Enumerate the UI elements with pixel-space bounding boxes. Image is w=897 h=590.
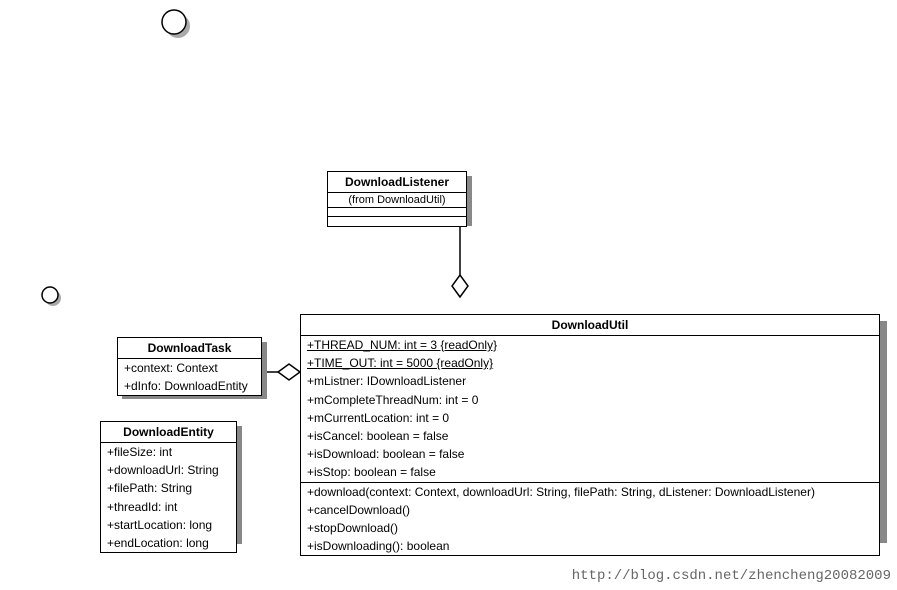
class-download-task: DownloadTask +context: Context +dInfo: D… bbox=[117, 337, 262, 396]
class-attr: +startLocation: long bbox=[101, 516, 236, 534]
class-attr: +mCompleteThreadNum: int = 0 bbox=[301, 391, 879, 409]
class-download-listener: DownloadListener (from DownloadUtil) bbox=[327, 171, 467, 227]
class-attr: +mListner: IDownloadListener bbox=[301, 372, 879, 390]
class-attr: +threadId: int bbox=[101, 498, 236, 516]
class-attr-readonly: +THREAD_NUM: int = 3 {readOnly} bbox=[301, 336, 879, 354]
class-attr: +endLocation: long bbox=[101, 534, 236, 552]
class-attr: +mCurrentLocation: int = 0 bbox=[301, 409, 879, 427]
class-attr: +downloadUrl: String bbox=[101, 461, 236, 479]
class-attr: +fileSize: int bbox=[101, 443, 236, 461]
class-attr: +filePath: String bbox=[101, 479, 236, 497]
class-attr: +isCancel: boolean = false bbox=[301, 427, 879, 445]
class-op: +stopDownload() bbox=[301, 519, 879, 537]
aggregation-diamond-icon bbox=[452, 275, 468, 297]
class-download-entity: DownloadEntity +fileSize: int +downloadU… bbox=[100, 421, 237, 553]
class-attr-readonly: +TIME_OUT: int = 5000 {readOnly} bbox=[301, 354, 879, 372]
class-note: (from DownloadUtil) bbox=[328, 193, 466, 208]
aggregation-diamond-icon bbox=[278, 364, 300, 380]
class-name: DownloadUtil bbox=[301, 315, 879, 336]
class-attr: +isDownload: boolean = false bbox=[301, 445, 879, 463]
class-attr: +isStop: boolean = false bbox=[301, 463, 879, 481]
class-name: DownloadListener bbox=[328, 172, 466, 193]
class-name: DownloadTask bbox=[118, 338, 261, 359]
class-attr: +dInfo: DownloadEntity bbox=[118, 377, 261, 395]
class-op: +cancelDownload() bbox=[301, 501, 879, 519]
class-download-util: DownloadUtil +THREAD_NUM: int = 3 {readO… bbox=[300, 314, 880, 556]
class-name: DownloadEntity bbox=[101, 422, 236, 443]
class-op: +download(context: Context, downloadUrl:… bbox=[301, 483, 879, 501]
watermark-text: http://blog.csdn.net/zhencheng20082009 bbox=[572, 568, 891, 584]
class-op: +isDownloading(): boolean bbox=[301, 537, 879, 555]
class-attr: +context: Context bbox=[118, 359, 261, 377]
